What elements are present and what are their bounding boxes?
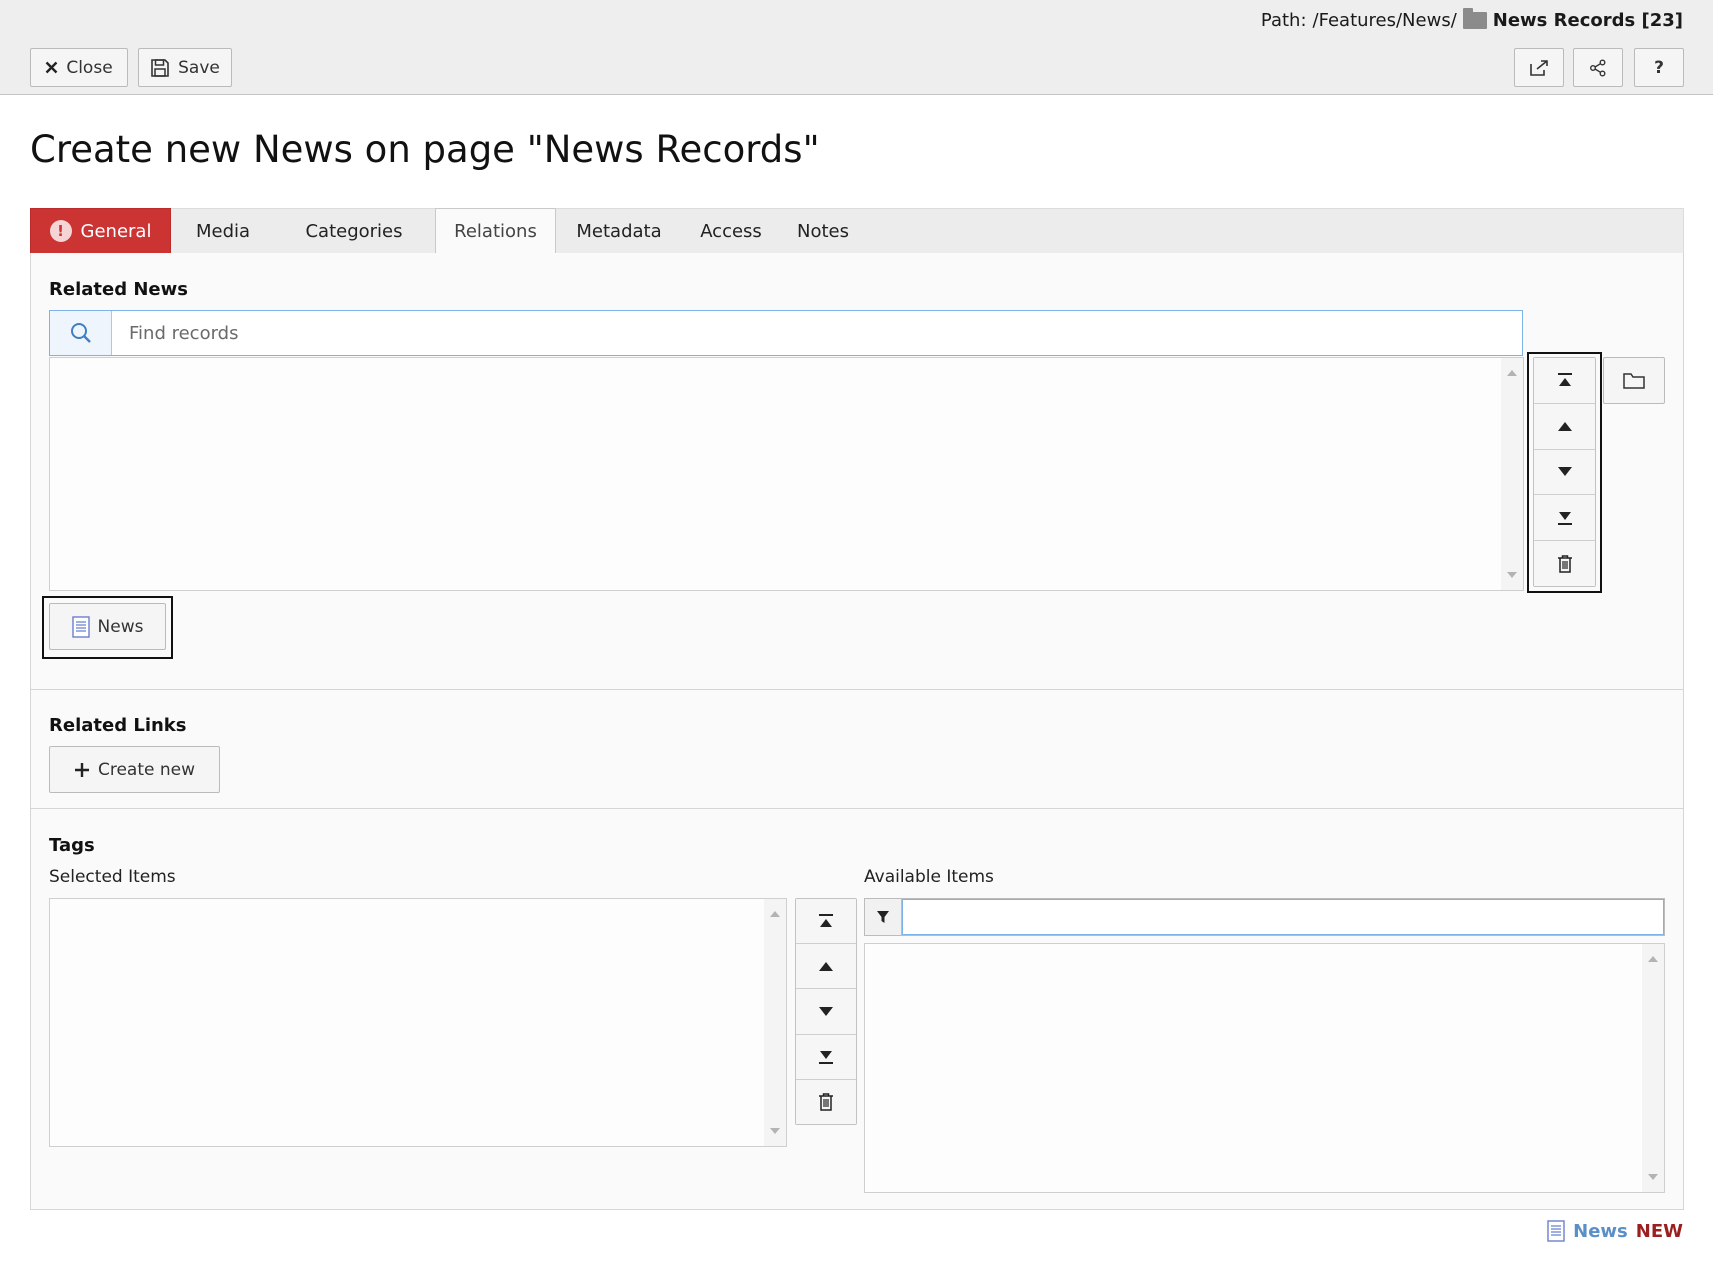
tab-access[interactable]: Access xyxy=(686,208,776,254)
tab-media-label: Media xyxy=(195,220,251,242)
move-up-button[interactable] xyxy=(1534,403,1595,450)
share-icon xyxy=(1590,59,1606,76)
move-up-icon xyxy=(1557,422,1572,432)
related-links-label: Related Links xyxy=(49,715,187,736)
move-up-button[interactable] xyxy=(796,944,856,990)
move-down-icon xyxy=(1557,466,1572,476)
share-button[interactable] xyxy=(1573,48,1623,87)
move-top-icon xyxy=(1557,373,1572,387)
help-button[interactable]: ? xyxy=(1634,48,1684,87)
page-title: Create new News on page "News Records" xyxy=(30,128,820,171)
save-button-label: Save xyxy=(178,57,220,78)
related-news-sort-buttons xyxy=(1533,357,1596,587)
tab-general[interactable]: ! General xyxy=(30,208,171,254)
tab-notes-label: Notes xyxy=(797,220,849,242)
path-label: Path: xyxy=(1260,10,1307,31)
record-identifier: News NEW xyxy=(1547,1220,1683,1242)
save-button[interactable]: Save xyxy=(138,48,232,87)
section-divider xyxy=(31,689,1683,690)
close-button-label: Close xyxy=(66,57,113,78)
news-record-icon xyxy=(1547,1220,1565,1242)
move-bottom-button[interactable] xyxy=(796,1034,856,1080)
tab-categories-label: Categories xyxy=(305,220,403,242)
section-divider xyxy=(31,808,1683,809)
move-top-icon xyxy=(819,914,833,928)
selected-items-label: Selected Items xyxy=(49,867,176,887)
remove-button[interactable] xyxy=(1534,541,1595,586)
browse-records-button[interactable] xyxy=(1603,357,1665,404)
move-down-button[interactable] xyxy=(796,989,856,1035)
move-top-button[interactable] xyxy=(796,899,856,945)
scrollbar[interactable] xyxy=(1501,358,1523,590)
help-icon: ? xyxy=(1654,57,1664,78)
available-items-label: Available Items xyxy=(864,867,994,887)
path-value[interactable]: /Features/News/ xyxy=(1313,10,1457,31)
tab-access-label: Access xyxy=(700,220,762,242)
find-records-input[interactable] xyxy=(112,311,1522,355)
doc-header: Path: /Features/News/ News Records [23] … xyxy=(0,0,1713,95)
move-bottom-icon xyxy=(819,1050,833,1064)
close-button[interactable]: Close xyxy=(30,48,128,87)
available-items-list[interactable] xyxy=(864,943,1665,1193)
move-up-icon xyxy=(819,962,833,972)
remove-button[interactable] xyxy=(796,1079,856,1125)
tab-general-label: General xyxy=(80,220,152,242)
filter-input[interactable] xyxy=(902,899,1664,935)
tags-label: Tags xyxy=(49,835,95,856)
record-status-label: NEW xyxy=(1635,1220,1683,1242)
move-down-button[interactable] xyxy=(1534,449,1595,496)
record-type-label: News xyxy=(1573,1220,1628,1242)
move-down-icon xyxy=(819,1006,833,1016)
trash-icon xyxy=(1557,554,1572,573)
tab-metadata[interactable]: Metadata xyxy=(559,208,679,254)
trash-icon xyxy=(819,1093,833,1111)
move-bottom-icon xyxy=(1557,511,1572,525)
add-news-button[interactable]: News xyxy=(49,603,166,650)
folder-icon xyxy=(1462,8,1487,29)
add-news-button-label: News xyxy=(97,616,144,637)
close-icon xyxy=(45,61,58,74)
tab-notes[interactable]: Notes xyxy=(783,208,863,254)
move-bottom-button[interactable] xyxy=(1534,495,1595,542)
breadcrumb: Path: /Features/News/ News Records [23] xyxy=(1260,8,1683,31)
create-new-button-label: Create new xyxy=(97,759,196,780)
tags-sort-buttons xyxy=(795,898,857,1125)
tab-metadata-label: Metadata xyxy=(576,220,662,242)
related-news-list[interactable] xyxy=(49,357,1524,591)
external-link-icon xyxy=(1530,59,1548,76)
open-new-window-button[interactable] xyxy=(1514,48,1564,87)
search-icon xyxy=(50,311,112,355)
folder-icon xyxy=(1623,373,1645,389)
news-record-icon xyxy=(71,615,90,638)
available-items-filter xyxy=(864,898,1665,936)
tab-media[interactable]: Media xyxy=(173,208,273,254)
create-new-button[interactable]: Create new xyxy=(49,746,220,793)
related-news-label: Related News xyxy=(49,279,188,300)
tab-categories[interactable]: Categories xyxy=(279,208,429,254)
save-icon xyxy=(151,58,169,77)
tab-relations-label: Relations xyxy=(454,221,537,242)
tab-bar: ! General Media Categories Relations Met… xyxy=(30,208,1684,255)
move-top-button[interactable] xyxy=(1534,358,1595,404)
tab-relations[interactable]: Relations xyxy=(435,208,556,255)
scrollbar[interactable] xyxy=(1642,944,1664,1192)
error-icon: ! xyxy=(49,220,72,242)
plus-icon xyxy=(74,762,89,777)
find-records-search xyxy=(49,310,1523,356)
page-name[interactable]: News Records [23] xyxy=(1493,10,1683,31)
scrollbar[interactable] xyxy=(764,899,786,1146)
filter-icon xyxy=(865,899,902,935)
selected-items-list[interactable] xyxy=(49,898,787,1147)
